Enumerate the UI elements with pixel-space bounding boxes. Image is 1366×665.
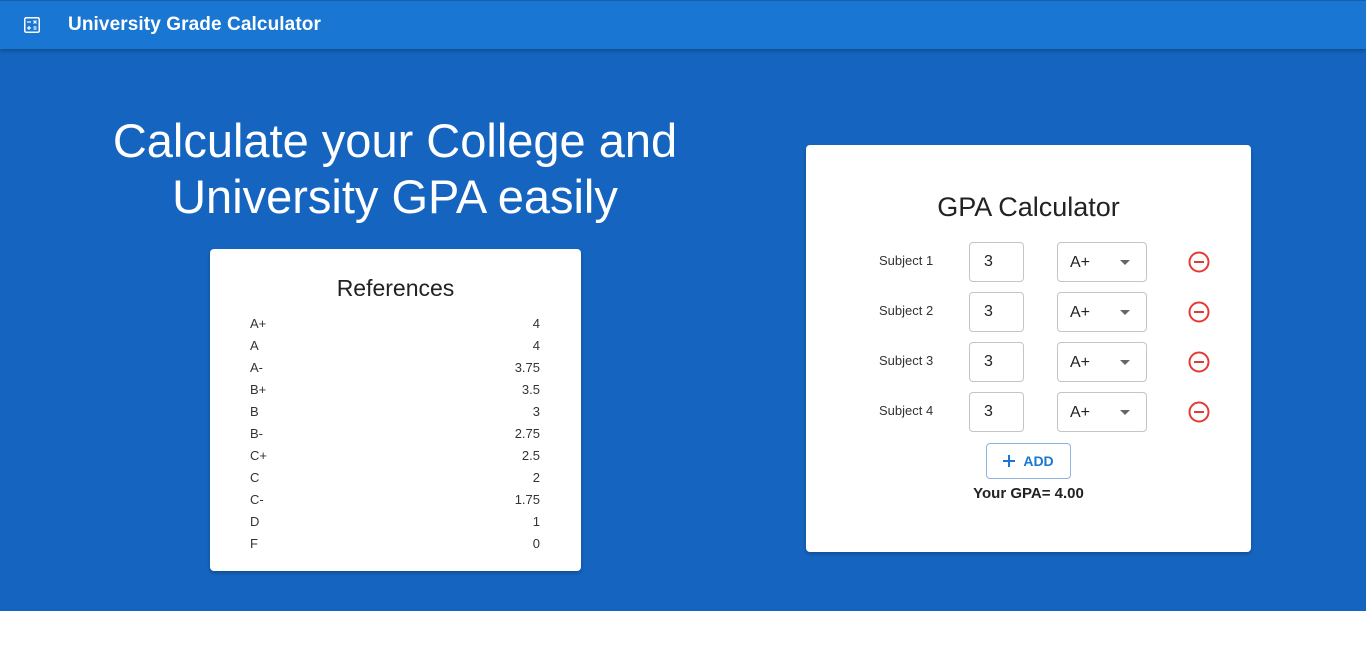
reference-grade: C-	[250, 492, 264, 507]
reference-row: D1	[250, 511, 540, 533]
reference-row: C+ 2.5	[250, 445, 540, 467]
grade-select-value: A+	[1070, 404, 1091, 421]
references-list: A+ 4 A 4 A- 3.75 B+ 3.5 B 3 B- 2.75 C+ 2.5 C 2 C- 1.75 D 1 F…	[250, 313, 540, 555]
remove-circle-icon[interactable]	[1187, 350, 1211, 374]
reference-points: 4	[532, 338, 540, 353]
reference-points: 3.5	[521, 382, 540, 397]
reference-grade: C	[250, 470, 260, 485]
reference-grade: C+	[250, 448, 267, 463]
grade-select[interactable]: A+	[1057, 292, 1147, 332]
reference-grade: A	[250, 338, 259, 353]
reference-grade: B-	[250, 426, 263, 441]
grade-select[interactable]: A+	[1057, 242, 1147, 282]
reference-points: 4	[532, 316, 540, 331]
chevron-down-icon	[1120, 260, 1130, 265]
remove-circle-icon[interactable]	[1187, 400, 1211, 424]
references-card: References A+ 4 A 4 A- 3.75 B+ 3.5 B 3 B- 2.75 C+ 2.5…	[210, 249, 581, 571]
grade-select[interactable]: A+	[1057, 392, 1147, 432]
reference-grade: A+	[250, 316, 267, 331]
grade-select[interactable]: A+	[1057, 342, 1147, 382]
subject-row: Subject 1 A+	[806, 242, 1251, 282]
reference-row: A- 3.75	[250, 357, 540, 379]
reference-points: 2	[532, 470, 540, 485]
remove-circle-icon[interactable]	[1187, 250, 1211, 274]
reference-grade: D	[250, 514, 260, 529]
references-title: References	[336, 275, 455, 301]
reference-points: 0	[532, 536, 540, 551]
reference-row: A+ 4	[250, 313, 540, 335]
reference-grade: F	[250, 536, 258, 551]
credits-input[interactable]	[969, 292, 1024, 332]
remove-circle-icon[interactable]	[1187, 300, 1211, 324]
hero-section: Calculate your College and University GP…	[0, 49, 1366, 611]
reference-points: 2.75	[514, 426, 540, 441]
reference-grade: B	[250, 404, 259, 419]
gpa-result-value: 4.00	[1054, 485, 1084, 502]
app-title: University Grade Calculator	[68, 14, 321, 35]
chevron-down-icon	[1120, 410, 1130, 415]
credits-input[interactable]	[969, 392, 1024, 432]
gpa-result: Your GPA= 4.00	[806, 485, 1251, 502]
reference-grade: A-	[250, 360, 263, 375]
gpa-result-label: Your GPA=	[973, 485, 1051, 502]
subject-label: Subject 4	[879, 403, 934, 418]
calculator-title: GPA Calculator	[937, 192, 1120, 222]
reference-points: 1.75	[514, 492, 540, 507]
subject-label: Subject 2	[879, 303, 934, 318]
hero-title: Calculate your College and University GP…	[112, 114, 678, 223]
add-subject-button[interactable]: ADD	[986, 443, 1071, 479]
credits-input[interactable]	[969, 342, 1024, 382]
app-bar: University Grade Calculator	[0, 0, 1366, 49]
reference-row: C2	[250, 467, 540, 489]
grade-select-value: A+	[1070, 254, 1091, 271]
chevron-down-icon	[1120, 360, 1130, 365]
reference-points: 3	[532, 404, 540, 419]
grade-select-value: A+	[1070, 354, 1091, 371]
reference-row: B3	[250, 401, 540, 423]
subject-row: Subject 2 A+	[806, 292, 1251, 332]
reference-grade: B+	[250, 382, 267, 397]
reference-row: C- 1.75	[250, 489, 540, 511]
reference-points: 2.5	[521, 448, 540, 463]
reference-points: 1	[532, 514, 540, 529]
plus-icon	[1003, 455, 1016, 467]
add-button-label: ADD	[1023, 453, 1054, 469]
reference-row: F0	[250, 533, 540, 555]
subject-row: Subject 3 A+	[806, 342, 1251, 382]
reference-row: B- 2.75	[250, 423, 540, 445]
calculator-icon	[24, 17, 40, 33]
reference-points: 3.75	[514, 360, 540, 375]
gpa-calculator-card: GPA Calculator Subject 1A+Subject 2A+Sub…	[806, 145, 1251, 552]
reference-row: B+ 3.5	[250, 379, 540, 401]
reference-row: A4	[250, 335, 540, 357]
credits-input[interactable]	[969, 242, 1024, 282]
subject-label: Subject 3	[879, 353, 934, 368]
subject-label: Subject 1	[879, 253, 934, 268]
chevron-down-icon	[1120, 310, 1130, 315]
grade-select-value: A+	[1070, 304, 1091, 321]
subject-row: Subject 4 A+	[806, 392, 1251, 432]
